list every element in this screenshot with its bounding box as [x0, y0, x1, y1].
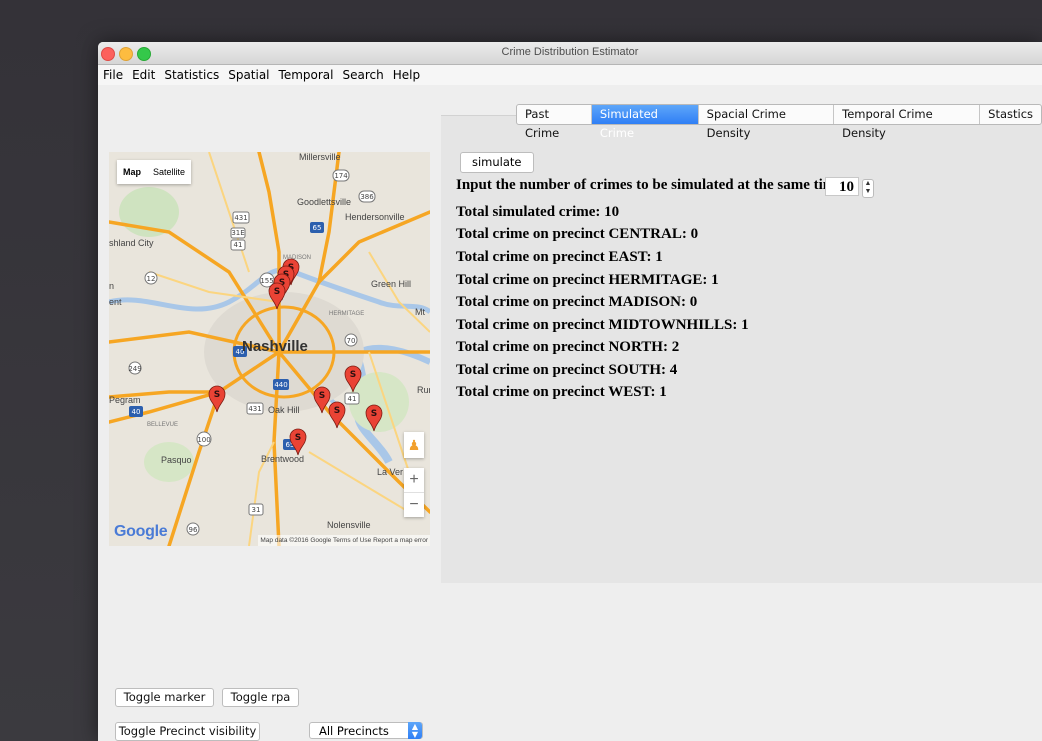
- street-view-pegman-icon[interactable]: ♟: [404, 432, 424, 458]
- menu-file[interactable]: File: [103, 68, 123, 82]
- map-attribution[interactable]: Map data ©2016 Google Terms of Use Repor…: [258, 535, 430, 546]
- map-type-map-button[interactable]: Map: [117, 160, 147, 184]
- svg-text:S: S: [350, 370, 356, 380]
- crime-markers: S S S S S S S S S S: [208, 258, 383, 456]
- stat-line: Total crime on precinct SOUTH: 4: [456, 362, 678, 378]
- toggle-precinct-visibility-button[interactable]: Toggle Precinct visibility: [115, 722, 260, 741]
- zoom-control: + −: [404, 468, 424, 517]
- map-type-satellite-button[interactable]: Satellite: [147, 160, 191, 184]
- crime-count-label: Input the number of crimes to be simulat…: [456, 177, 842, 193]
- menu-help[interactable]: Help: [393, 68, 420, 82]
- crime-count-input[interactable]: 10: [825, 177, 859, 196]
- tab-bar: Past Crime Simulated Crime Spacial Crime…: [516, 104, 1042, 140]
- stat-line: Total crime on precinct HERMITAGE: 1: [456, 272, 719, 288]
- menu-bar: File Edit Statistics Spatial Temporal Se…: [98, 65, 1042, 86]
- crime-marker[interactable]: S: [344, 365, 362, 393]
- tab-simulated-crime[interactable]: Simulated Crime: [591, 105, 699, 140]
- svg-text:S: S: [274, 287, 280, 297]
- tab-temporal-crime-density[interactable]: Temporal Crime Density: [834, 105, 981, 140]
- menu-edit[interactable]: Edit: [132, 68, 155, 82]
- window-title: Crime Distribution Estimator: [501, 46, 639, 58]
- stat-line: Total crime on precinct MADISON: 0: [456, 294, 698, 310]
- stat-line: Total crime on precinct NORTH: 2: [456, 339, 680, 355]
- crime-marker[interactable]: S: [289, 428, 307, 456]
- menu-search[interactable]: Search: [342, 68, 383, 82]
- stat-line: Total crime on precinct EAST: 1: [456, 249, 663, 265]
- stat-line: Total crime on precinct CENTRAL: 0: [456, 226, 699, 242]
- tab-stastics[interactable]: Stastics: [980, 105, 1041, 124]
- toggle-rpa-button[interactable]: Toggle rpa: [222, 688, 299, 707]
- simulated-crime-panel: simulate Input the number of crimes to b…: [441, 115, 1042, 583]
- precinct-select[interactable]: All Precincts ▲ ▼: [309, 722, 423, 739]
- chevron-up-down-icon: ▲ ▼: [408, 722, 422, 739]
- zoom-in-button[interactable]: +: [404, 468, 424, 493]
- tab-spacial-crime-density[interactable]: Spacial Crime Density: [699, 105, 835, 140]
- google-logo: Google: [114, 523, 168, 540]
- toggle-marker-button[interactable]: Toggle marker: [115, 688, 214, 707]
- precinct-select-value: All Precincts: [319, 724, 389, 738]
- title-bar: Crime Distribution Estimator: [98, 42, 1042, 65]
- crime-count-stepper[interactable]: ▲ ▼: [862, 179, 874, 198]
- svg-text:S: S: [295, 433, 301, 443]
- svg-text:S: S: [334, 406, 340, 416]
- svg-text:S: S: [319, 391, 325, 401]
- main-content: 174 386 431 31E 41 65 12 155 70 40 249 4…: [98, 85, 1042, 741]
- stat-line: Total crime on precinct MIDTOWNHILLS: 1: [456, 317, 749, 333]
- menu-spatial[interactable]: Spatial: [228, 68, 269, 82]
- tab-past-crime[interactable]: Past Crime: [517, 105, 592, 140]
- crime-marker[interactable]: S: [328, 401, 346, 429]
- stat-line: Total simulated crime: 10: [456, 204, 620, 220]
- stat-line: Total crime on precinct WEST: 1: [456, 384, 667, 400]
- crime-marker[interactable]: S: [365, 404, 383, 432]
- svg-text:S: S: [214, 390, 220, 400]
- menu-statistics[interactable]: Statistics: [164, 68, 219, 82]
- zoom-out-button[interactable]: −: [404, 493, 424, 517]
- crime-marker[interactable]: S: [268, 282, 286, 310]
- crime-map[interactable]: 174 386 431 31E 41 65 12 155 70 40 249 4…: [109, 152, 430, 546]
- svg-text:S: S: [371, 409, 377, 419]
- menu-temporal[interactable]: Temporal: [279, 68, 334, 82]
- crime-marker[interactable]: S: [313, 386, 331, 414]
- simulate-button[interactable]: simulate: [460, 152, 534, 173]
- app-window: Crime Distribution Estimator File Edit S…: [98, 42, 1042, 741]
- crime-marker[interactable]: S: [208, 385, 226, 413]
- map-type-control: Map Satellite: [117, 160, 192, 184]
